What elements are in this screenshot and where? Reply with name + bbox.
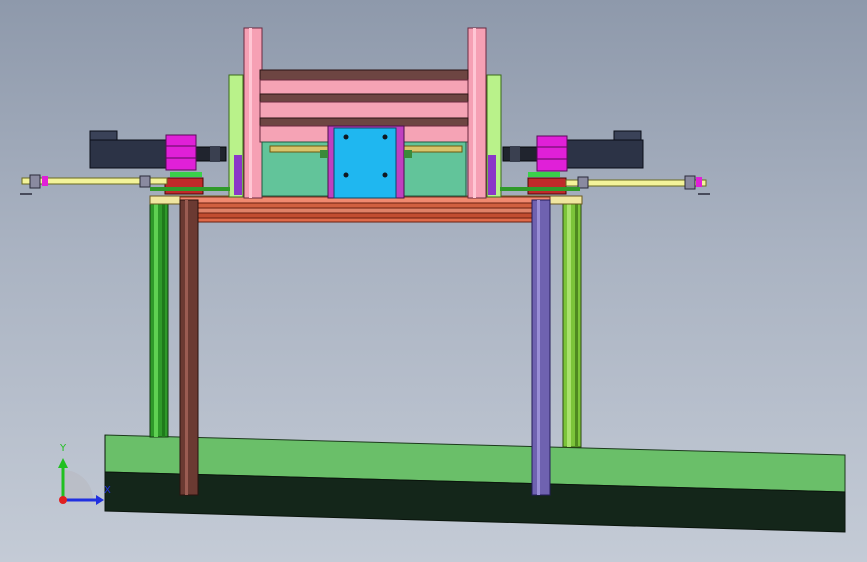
triad-x-label: X [104, 485, 111, 496]
outer-leg-left[interactable] [149, 196, 169, 438]
cad-viewport[interactable]: Y X [0, 0, 867, 562]
triad-y-label: Y [60, 443, 67, 454]
servo-motor-right[interactable] [502, 130, 644, 169]
inner-leg-right[interactable] [531, 199, 551, 496]
magenta-coupling-right[interactable] [527, 135, 568, 195]
servo-motor-left[interactable] [89, 130, 227, 169]
coordinate-triad [58, 458, 104, 505]
inner-leg-left[interactable] [179, 199, 199, 496]
center-blue-block[interactable] [320, 125, 412, 199]
outer-leg-right[interactable] [562, 196, 582, 448]
assembly-model[interactable] [0, 0, 867, 562]
upright-post-right[interactable] [467, 27, 502, 199]
upright-post-left[interactable] [228, 27, 263, 199]
ground-slab[interactable] [104, 434, 846, 533]
magenta-coupling-left[interactable] [164, 134, 204, 195]
table-top[interactable] [149, 195, 583, 223]
